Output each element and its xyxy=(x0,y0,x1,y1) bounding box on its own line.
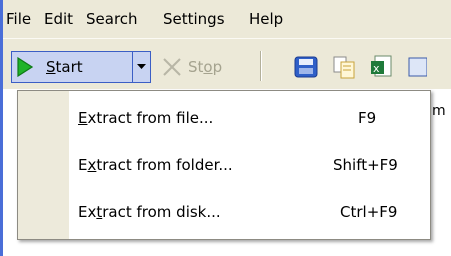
toolbar: Start Stop x xyxy=(3,39,451,89)
menu-search[interactable]: Search xyxy=(86,9,138,29)
menu-help[interactable]: Help xyxy=(249,9,283,29)
menu-item-shortcut: F9 xyxy=(358,109,377,127)
menu-item-label: Extract from folder... xyxy=(78,156,233,174)
background-text: m xyxy=(432,103,446,119)
toolbar-icon-partial[interactable] xyxy=(407,54,427,80)
copy-icon[interactable] xyxy=(331,54,357,80)
menu-item-extract-from-folder[interactable]: Extract from folder... Shift+F9 xyxy=(18,143,430,187)
start-dropdown-menu: Extract from file... F9 Extract from fol… xyxy=(17,90,431,240)
menu-item-label: Extract from file... xyxy=(78,109,214,127)
excel-export-icon[interactable]: x xyxy=(369,54,395,80)
save-icon[interactable] xyxy=(293,54,319,80)
menu-file[interactable]: File xyxy=(6,9,31,29)
start-button[interactable]: Start xyxy=(12,52,132,82)
menu-bar: File Edit Search Settings Help xyxy=(3,0,451,39)
start-dropdown-arrow[interactable] xyxy=(132,52,150,82)
menu-item-shortcut: Shift+F9 xyxy=(333,156,398,174)
menu-item-extract-from-disk[interactable]: Extract from disk... Ctrl+F9 xyxy=(18,190,430,234)
menu-settings[interactable]: Settings xyxy=(163,9,225,29)
menu-item-extract-from-file[interactable]: Extract from file... F9 xyxy=(18,96,430,140)
menu-item-shortcut: Ctrl+F9 xyxy=(340,203,398,221)
menu-item-label: Extract from disk... xyxy=(78,203,221,221)
stop-icon xyxy=(163,58,181,76)
stop-button[interactable]: Stop xyxy=(188,57,222,77)
start-label: Start xyxy=(46,58,83,76)
play-icon xyxy=(17,57,33,77)
svg-text:x: x xyxy=(373,62,380,75)
chevron-down-icon xyxy=(137,64,146,69)
toolbar-separator xyxy=(260,51,262,81)
start-split-button: Start xyxy=(11,51,151,83)
menu-edit[interactable]: Edit xyxy=(44,9,73,29)
